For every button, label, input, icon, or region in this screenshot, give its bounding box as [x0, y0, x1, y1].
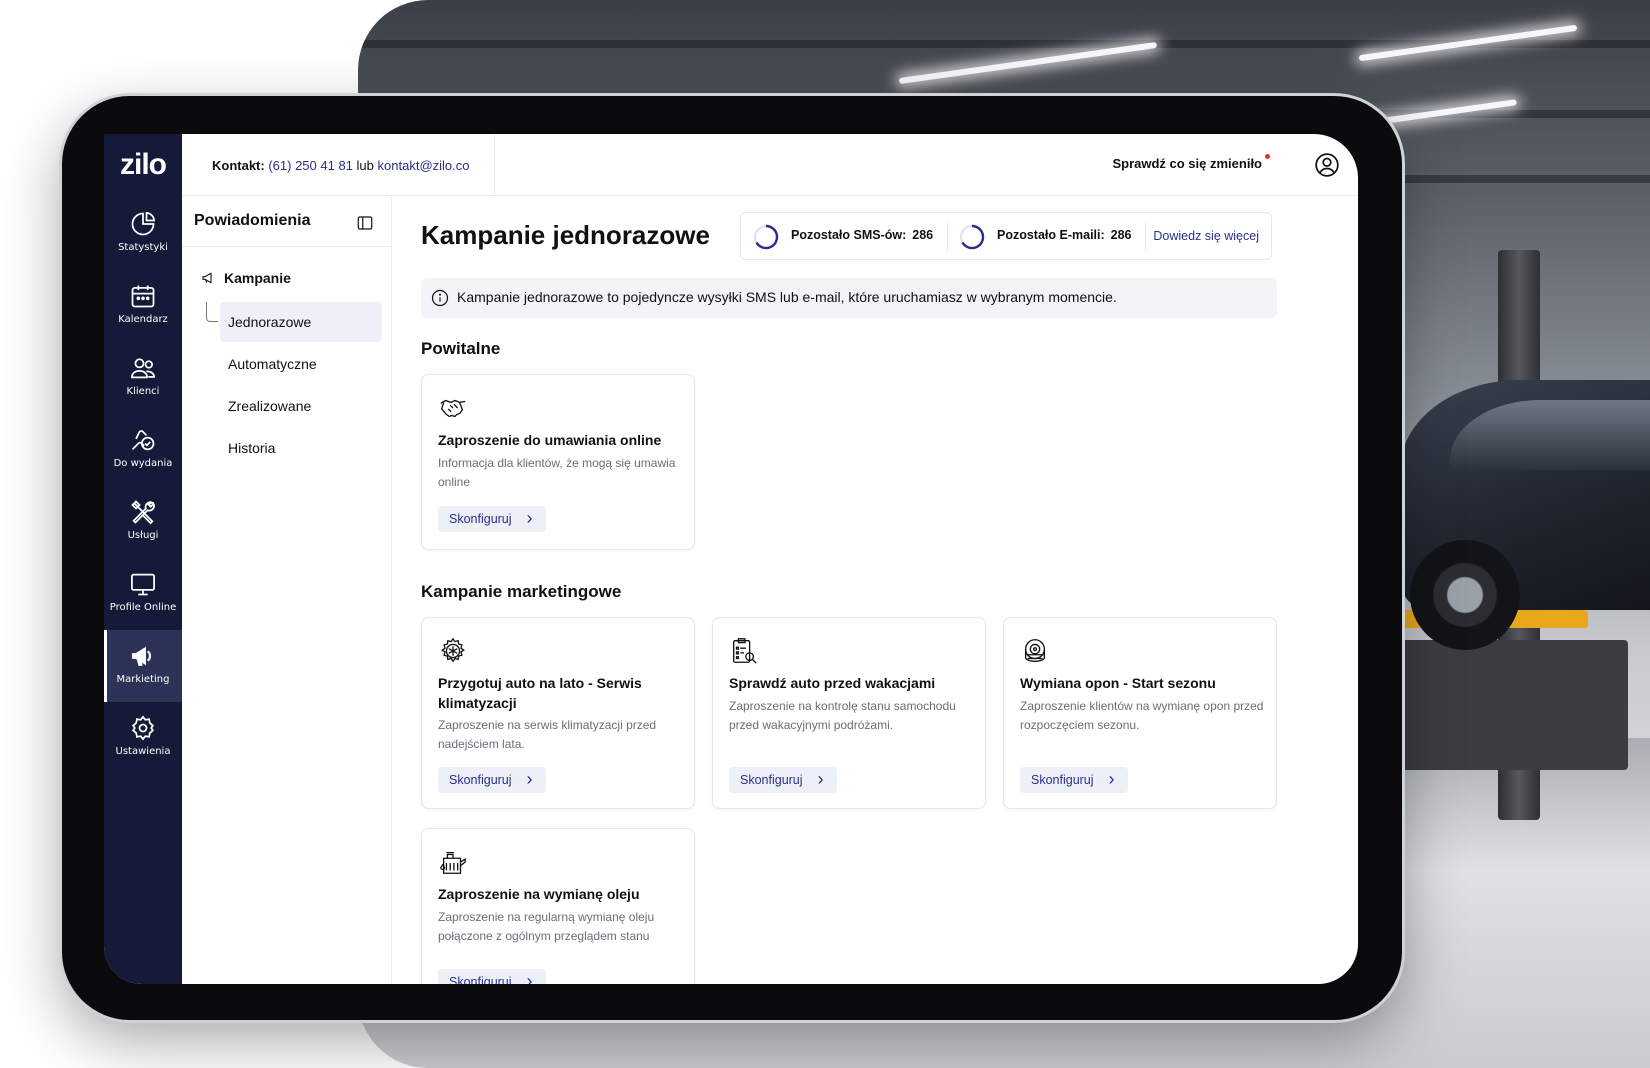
- tree-connector: [206, 302, 218, 322]
- oil-can-icon: [440, 851, 466, 874]
- learn-more-link[interactable]: Dowiedz się więcej: [1153, 229, 1259, 243]
- campaign-card[interactable]: Sprawdź auto przed wakacjami Zaproszenie…: [712, 617, 986, 809]
- subnav-item-jednorazowe[interactable]: Jednorazowe: [220, 302, 382, 342]
- configure-button[interactable]: Skonfiguruj: [438, 766, 546, 793]
- sms-quota-ring-icon: [753, 224, 779, 250]
- sidebar-item-uslugi[interactable]: Usługi: [104, 486, 182, 558]
- gear-icon: [131, 715, 155, 741]
- sidebar-item-kalendarz[interactable]: Kalendarz: [104, 270, 182, 342]
- sidebar-item-markieting[interactable]: Markieting: [104, 630, 182, 702]
- main-content: Kampanie jednorazowe Pozostało SMS-ów: 28…: [392, 196, 1358, 984]
- sidebar-item-profile-online[interactable]: Profile Online: [104, 558, 182, 630]
- calendar-icon: [131, 285, 155, 308]
- section-title-powitalne: Powitalne: [421, 339, 501, 358]
- configure-button[interactable]: Skonfiguruj: [1020, 766, 1128, 793]
- card-title: Sprawdź auto przed wakacjami: [729, 675, 936, 691]
- card-title: Zaproszenie na wymianę oleju: [438, 886, 640, 902]
- info-icon: [431, 289, 449, 307]
- notifications-subnav: Powiadomienia Kampanie Jednorazowe Autom…: [182, 196, 392, 984]
- page-title: Kampanie jednorazowe: [421, 220, 710, 250]
- card-description: Informacja dla klientów, że mogą się uma…: [438, 456, 676, 489]
- campaign-card[interactable]: Zaproszenie na wymianę oleju Zaproszenie…: [421, 828, 695, 984]
- user-account-icon[interactable]: [1314, 152, 1340, 178]
- handshake-icon: [440, 399, 466, 418]
- campaign-card[interactable]: Wymiana opon - Start sezonu Zaproszenie …: [1003, 617, 1277, 809]
- megaphone-icon: [131, 646, 152, 666]
- subnav-group-kampanie[interactable]: Kampanie: [200, 270, 291, 286]
- subnav-title: Powiadomienia: [194, 212, 311, 229]
- ac-gear-icon: [441, 637, 465, 663]
- configure-button[interactable]: Skonfiguruj: [438, 505, 546, 532]
- sidebar-item-ustawienia[interactable]: Ustawienia: [104, 702, 182, 774]
- section-title-kampanie-marketingowe: Kampanie marketingowe: [421, 582, 622, 601]
- email-quota: Pozostało E-maili: 286: [997, 228, 1132, 242]
- sidebar-item-klienci[interactable]: Klienci: [104, 342, 182, 414]
- monitor-icon: [131, 573, 155, 596]
- card-description: Zaproszenie na kontrolę stanu samochodu …: [729, 699, 956, 732]
- top-bar: Kontakt: (61) 250 41 81 lub kontakt@zilo…: [182, 134, 1358, 196]
- subnav-item-historia[interactable]: Historia: [220, 428, 382, 468]
- card-description: Zaproszenie na serwis klimatyzacji przed…: [438, 718, 657, 751]
- subnav-item-automatyczne[interactable]: Automatyczne: [220, 344, 382, 384]
- subnav-item-zrealizowane[interactable]: Zrealizowane: [220, 386, 382, 426]
- checklist-icon: [733, 638, 757, 664]
- configure-button[interactable]: Skonfiguruj: [729, 766, 837, 793]
- contact-info: Kontakt: (61) 250 41 81 lub kontakt@zilo…: [212, 158, 470, 173]
- panel-toggle-icon[interactable]: [356, 214, 374, 232]
- email-quota-ring-icon: [959, 224, 985, 250]
- sidebar-item-do-wydania[interactable]: Do wydania: [104, 414, 182, 486]
- campaign-card[interactable]: Zaproszenie do umawiania online Informac…: [421, 374, 695, 550]
- whats-new-link[interactable]: Sprawdź co się zmieniło: [1112, 156, 1262, 171]
- card-title: Zaproszenie do umawiania online: [438, 432, 662, 448]
- hand-check-icon: [131, 430, 155, 451]
- card-title: Wymiana opon - Start sezonu: [1020, 675, 1216, 691]
- app-screen: zilo Statystyki Kalendarz Klienci Do wyd…: [104, 134, 1358, 984]
- zilo-logo[interactable]: zilo: [104, 148, 182, 182]
- notification-dot: [1265, 154, 1270, 159]
- quota-panel: Pozostało SMS-ów: 286 Pozostało E-maili: 2…: [740, 212, 1272, 260]
- info-banner: Kampanie jednorazowe to pojedyncze wysył…: [421, 278, 1277, 318]
- card-title: Przygotuj auto na lato - Serwis klimatyz…: [438, 675, 642, 711]
- sms-quota: Pozostało SMS-ów: 286: [791, 228, 934, 242]
- configure-button[interactable]: Skonfiguruj: [438, 968, 546, 984]
- campaign-card[interactable]: Przygotuj auto na lato - Serwis klimatyz…: [421, 617, 695, 809]
- megaphone-outline-icon: [202, 272, 212, 284]
- users-icon: [131, 358, 155, 379]
- email-link[interactable]: kontakt@zilo.co: [378, 158, 470, 173]
- pie-chart-icon: [131, 211, 156, 236]
- sidebar-item-statystyki[interactable]: Statystyki: [104, 198, 182, 270]
- card-description: Zaproszenie na regularną wymianę oleju p…: [438, 910, 655, 943]
- phone-link[interactable]: (61) 250 41 81: [268, 158, 353, 173]
- tools-icon: [131, 500, 155, 525]
- tire-icon: [1024, 639, 1046, 662]
- card-description: Zaproszenie klientów na wymianę opon prz…: [1020, 699, 1264, 732]
- main-sidebar: zilo Statystyki Kalendarz Klienci Do wyd…: [104, 134, 182, 984]
